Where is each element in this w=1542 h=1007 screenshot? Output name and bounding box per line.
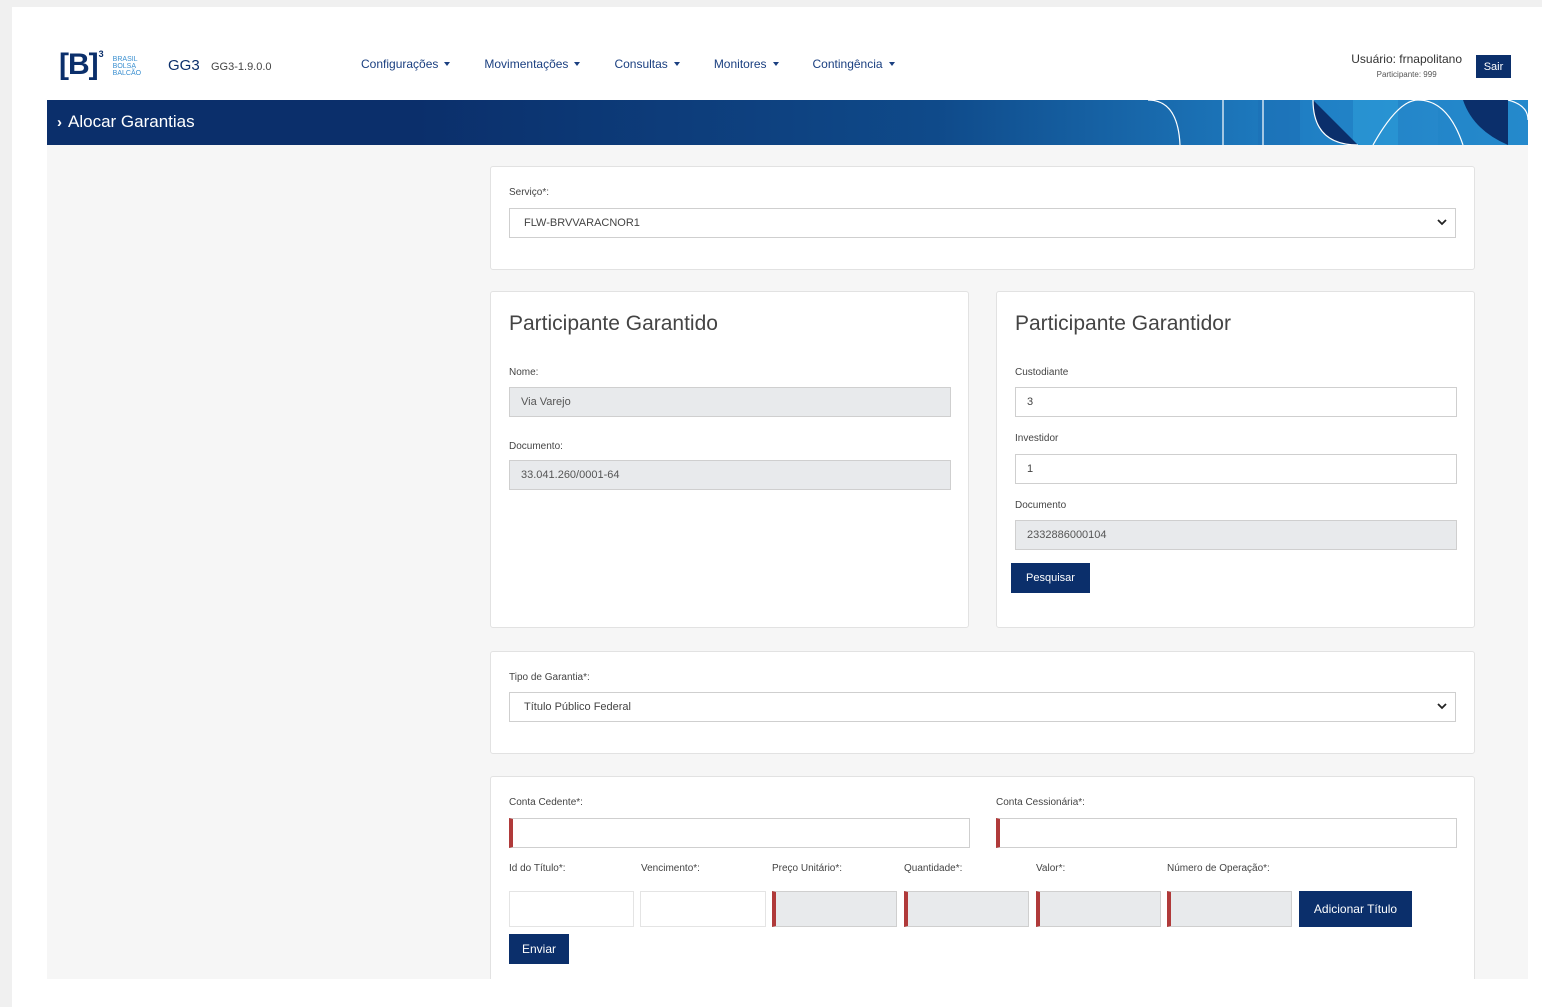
valor-label: Valor*: <box>1036 863 1066 874</box>
documento-garantidor-field: 2332886000104 <box>1015 520 1457 550</box>
content-area: Serviço*: FLW-BRVVARACNOR1 Participante … <box>47 145 1528 979</box>
custodiante-value: 3 <box>1027 396 1034 408</box>
investidor-input[interactable]: 1 <box>1015 454 1457 484</box>
alocacao-card: Conta Cedente*: Conta Cessionária*: Id d… <box>490 776 1475 979</box>
app-name: GG3 <box>168 57 200 74</box>
nome-label: Nome: <box>509 367 539 378</box>
banner-decoration <box>1147 100 1528 145</box>
quantidade-input[interactable] <box>904 891 1029 927</box>
tipo-garantia-label: Tipo de Garantia*: <box>509 672 590 683</box>
nav-configuracoes[interactable]: Configurações <box>361 57 451 71</box>
logo-text: BRASIL BOLSA BALCÃO <box>113 56 141 77</box>
documento-label: Documento: <box>509 441 563 452</box>
conta-cessionaria-input[interactable] <box>996 818 1457 848</box>
chevron-down-icon <box>1437 703 1447 710</box>
servico-label: Serviço*: <box>509 187 550 198</box>
nav-label: Contingência <box>812 57 883 71</box>
custodiante-input[interactable]: 3 <box>1015 387 1457 417</box>
user-info: Usuário: frnapolitano Participante: 999 <box>1351 52 1462 79</box>
nav-contingencia[interactable]: Contingência <box>813 57 895 71</box>
chevron-right-icon: › <box>57 113 62 131</box>
logout-button[interactable]: Sair <box>1476 55 1511 78</box>
servico-select[interactable]: FLW-BRVVARACNOR1 <box>509 208 1456 238</box>
tipo-garantia-card: Tipo de Garantia*: Título Público Federa… <box>490 651 1475 754</box>
conta-cedente-label: Conta Cedente*: <box>509 797 583 808</box>
tipo-garantia-value: Título Público Federal <box>524 701 631 713</box>
investidor-label: Investidor <box>1015 433 1059 444</box>
servico-card: Serviço*: FLW-BRVVARACNOR1 <box>490 166 1475 270</box>
numero-operacao-label: Número de Operação*: <box>1167 863 1270 874</box>
id-titulo-label: Id do Título*: <box>509 863 566 874</box>
nav-label: Movimentações <box>484 57 569 71</box>
participant-id: Participante: 999 <box>1376 70 1437 79</box>
valor-input[interactable] <box>1036 891 1161 927</box>
documento-field: 33.041.260/0001-64 <box>509 460 951 490</box>
garantidor-card: Participante Garantidor Custodiante 3 In… <box>996 291 1475 628</box>
nav-consultas[interactable]: Consultas <box>614 57 680 71</box>
tipo-garantia-select[interactable]: Título Público Federal <box>509 692 1456 722</box>
logo-line-1: BRASIL <box>112 56 138 63</box>
nome-field: Via Varejo <box>509 387 951 417</box>
nav-movimentacoes[interactable]: Movimentações <box>484 57 581 71</box>
main-nav: Configurações Movimentações Consultas Mo… <box>361 57 929 71</box>
app-version: GG3-1.9.0.0 <box>211 61 272 73</box>
page-title: › Alocar Garantias <box>57 112 195 132</box>
id-titulo-input[interactable] <box>509 891 634 927</box>
caret-down-icon <box>444 62 451 66</box>
vencimento-input[interactable] <box>640 891 766 927</box>
garantido-card: Participante Garantido Nome: Via Varejo … <box>490 291 969 628</box>
nav-monitores[interactable]: Monitores <box>714 57 779 71</box>
logo-superscript: 3 <box>98 49 104 59</box>
enviar-button[interactable]: Enviar <box>509 934 569 964</box>
servico-value: FLW-BRVVARACNOR1 <box>524 217 640 229</box>
caret-down-icon <box>574 62 581 66</box>
chevron-down-icon <box>1437 219 1447 226</box>
garantido-title: Participante Garantido <box>509 312 718 335</box>
nav-label: Monitores <box>713 57 767 71</box>
nome-value: Via Varejo <box>521 396 571 408</box>
quantidade-label: Quantidade*: <box>904 863 963 874</box>
page-title-text: Alocar Garantias <box>68 112 195 131</box>
conta-cessionaria-label: Conta Cessionária*: <box>996 797 1085 808</box>
preco-unitario-input[interactable] <box>772 891 897 927</box>
logo-line-3: BALCÃO <box>112 70 142 77</box>
adicionar-titulo-button[interactable]: Adicionar Título <box>1299 891 1412 927</box>
caret-down-icon <box>673 62 680 66</box>
conta-cedente-input[interactable] <box>509 818 970 848</box>
nav-label: Consultas <box>614 57 668 71</box>
caret-down-icon <box>772 62 779 66</box>
investidor-value: 1 <box>1027 463 1034 475</box>
vencimento-label: Vencimento*: <box>641 863 700 874</box>
preco-unitario-label: Preço Unitário*: <box>772 863 843 874</box>
nav-label: Configurações <box>361 57 439 71</box>
logo-line-2: BOLSA <box>112 63 137 70</box>
user-name: Usuário: frnapolitano <box>1351 52 1462 66</box>
pesquisar-button[interactable]: Pesquisar <box>1011 563 1090 593</box>
documento-garantidor-value: 2332886000104 <box>1027 529 1107 541</box>
documento-value: 33.041.260/0001-64 <box>521 469 620 481</box>
caret-down-icon <box>888 62 895 66</box>
b3-logo[interactable]: [B] 3 BRASIL BOLSA BALCÃO <box>59 47 141 83</box>
custodiante-label: Custodiante <box>1015 367 1069 378</box>
garantidor-title: Participante Garantidor <box>1015 312 1231 335</box>
documento-garantidor-label: Documento <box>1015 500 1067 511</box>
page-banner: › Alocar Garantias <box>47 100 1528 145</box>
logo-mark: [B] <box>59 48 99 81</box>
numero-operacao-input[interactable] <box>1167 891 1292 927</box>
app-frame: [B] 3 BRASIL BOLSA BALCÃO GG3 GG3-1.9.0.… <box>12 7 1542 1007</box>
